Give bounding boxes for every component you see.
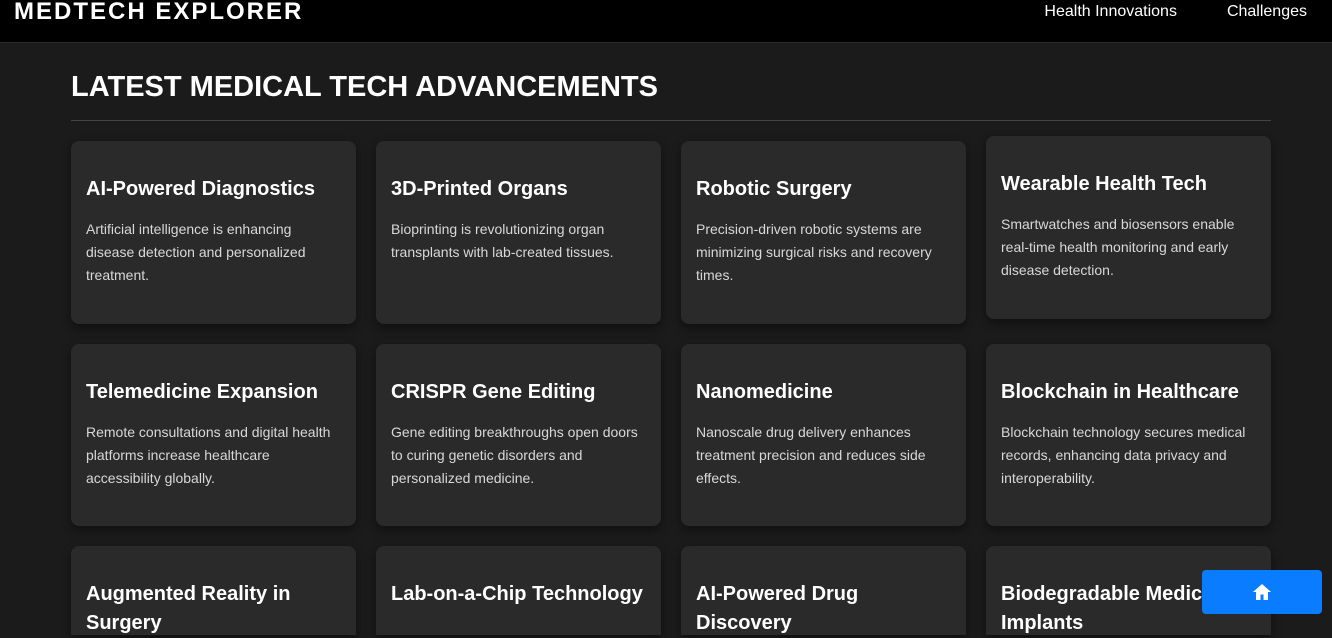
- page-title: LATEST MEDICAL TECH ADVANCEMENTS: [71, 71, 658, 103]
- card-ai-drug-discovery[interactable]: AI-Powered Drug Discovery: [681, 546, 966, 635]
- card-3d-printed-organs[interactable]: 3D-Printed Organs Bioprinting is revolut…: [376, 141, 661, 324]
- nav-link-health-innovations[interactable]: Health Innovations: [1044, 3, 1177, 21]
- card-description: Smartwatches and biosensors enable real-…: [1001, 216, 1235, 278]
- title-divider: [71, 120, 1271, 121]
- card-telemedicine[interactable]: Telemedicine Expansion Remote consultati…: [71, 344, 356, 526]
- card-lab-on-a-chip[interactable]: Lab-on-a-Chip Technology: [376, 546, 661, 635]
- card-title: CRISPR Gene Editing: [391, 381, 596, 403]
- card-title: Nanomedicine: [696, 381, 833, 403]
- main-nav: Health Innovations Challenges: [1044, 3, 1307, 21]
- card-title: Wearable Health Tech: [1001, 173, 1207, 195]
- home-icon: [1253, 584, 1271, 600]
- card-title: Augmented Reality in Surgery: [86, 583, 291, 634]
- card-title: 3D-Printed Organs: [391, 178, 568, 200]
- card-description: Blockchain technology secures medical re…: [1001, 424, 1246, 486]
- card-title: Robotic Surgery: [696, 178, 852, 200]
- card-blockchain[interactable]: Blockchain in Healthcare Blockchain tech…: [986, 344, 1271, 526]
- card-title: Blockchain in Healthcare: [1001, 381, 1239, 403]
- card-description: Gene editing breakthroughs open doors to…: [391, 424, 638, 486]
- card-crispr[interactable]: CRISPR Gene Editing Gene editing breakth…: [376, 344, 661, 526]
- card-augmented-reality[interactable]: Augmented Reality in Surgery: [71, 546, 356, 635]
- card-title: AI-Powered Diagnostics: [86, 178, 315, 200]
- card-wearable-health-tech[interactable]: Wearable Health Tech Smartwatches and bi…: [986, 136, 1271, 319]
- card-ai-diagnostics[interactable]: AI-Powered Diagnostics Artificial intell…: [71, 141, 356, 324]
- card-title: AI-Powered Drug Discovery: [696, 583, 859, 634]
- card-description: Precision-driven robotic systems are min…: [696, 221, 932, 283]
- card-title: Telemedicine Expansion: [86, 381, 318, 403]
- home-button[interactable]: [1202, 570, 1322, 614]
- card-robotic-surgery[interactable]: Robotic Surgery Precision-driven robotic…: [681, 141, 966, 324]
- card-title: Lab-on-a-Chip Technology: [391, 583, 643, 605]
- card-description: Bioprinting is revolutionizing organ tra…: [391, 221, 614, 260]
- top-navbar: MEDTECH EXPLORER Health Innovations Chal…: [0, 0, 1332, 43]
- card-description: Nanoscale drug delivery enhances treatme…: [696, 424, 926, 486]
- nav-link-challenges[interactable]: Challenges: [1227, 3, 1307, 21]
- brand-logo[interactable]: MEDTECH EXPLORER: [14, 0, 303, 28]
- card-description: Remote consultations and digital health …: [86, 424, 331, 486]
- card-nanomedicine[interactable]: Nanomedicine Nanoscale drug delivery enh…: [681, 344, 966, 526]
- card-description: Artificial intelligence is enhancing dis…: [86, 221, 306, 283]
